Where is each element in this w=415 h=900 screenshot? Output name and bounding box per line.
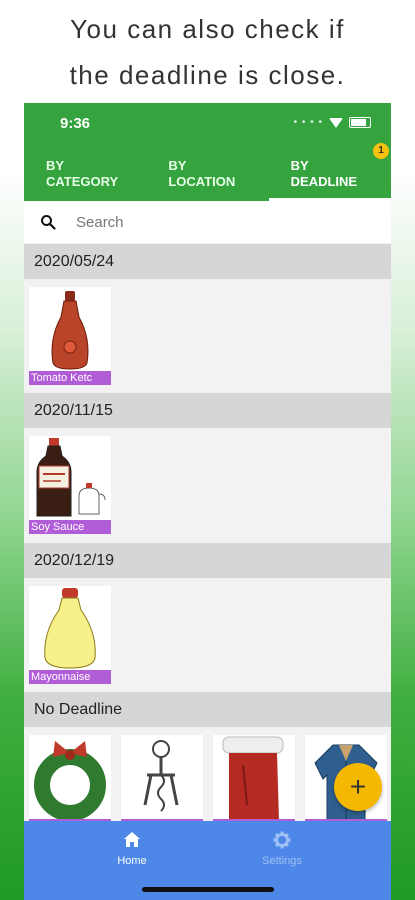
section-header-no-deadline: No Deadline — [24, 692, 391, 727]
item-tile-corkscrew[interactable] — [121, 735, 203, 833]
item-grid: Soy Sauce — [24, 428, 391, 543]
item-label: Soy Sauce — [29, 520, 111, 534]
status-time: 9:36 — [60, 115, 91, 132]
promo-headline-line1: You can also check if — [70, 14, 345, 44]
gear-icon — [273, 831, 291, 849]
section-header-2020-05-24: 2020/05/24 — [24, 244, 391, 279]
phone-screen: 9:36 • • • • BY CATEGORY BY LOCATION BY … — [24, 103, 391, 900]
tab-by-deadline-line1: BY — [290, 158, 309, 173]
christmas-boot-icon — [222, 736, 284, 821]
tab-by-location-line2: LOCATION — [168, 174, 236, 189]
signal-icon: • • • • — [293, 117, 323, 128]
status-bar: 9:36 • • • • — [24, 103, 391, 145]
tab-by-deadline[interactable]: BY DEADLINE 1 — [268, 143, 391, 201]
item-grid: Mayonnaise — [24, 578, 391, 692]
search-bar — [24, 201, 391, 243]
promo-headline: You can also check if the deadline is cl… — [0, 6, 415, 98]
corkscrew-icon — [143, 740, 179, 812]
nav-settings-label: Settings — [262, 855, 302, 867]
section-header-2020-11-15: 2020/11/15 — [24, 393, 391, 428]
item-tile-wreath[interactable] — [29, 735, 111, 833]
battery-icon — [349, 117, 371, 128]
item-label: Tomato Ketc — [29, 371, 111, 385]
nav-settings[interactable]: Settings — [242, 831, 322, 867]
nav-home-label: Home — [117, 855, 147, 867]
home-indicator — [142, 887, 274, 892]
search-input[interactable] — [74, 212, 328, 232]
ketchup-bottle-icon — [51, 291, 89, 370]
tab-bar: BY CATEGORY BY LOCATION BY DEADLINE 1 — [24, 143, 391, 201]
nav-home[interactable]: Home — [92, 831, 172, 867]
add-item-fab[interactable]: + — [334, 763, 382, 811]
tab-by-location[interactable]: BY LOCATION — [146, 145, 268, 201]
search-icon — [28, 201, 68, 243]
item-tile-tomato-ketchup[interactable]: Tomato Ketc — [29, 287, 111, 385]
tab-by-category-line1: BY — [46, 158, 65, 173]
mayonnaise-bottle-icon — [44, 588, 96, 669]
item-grid: Tomato Ketc — [24, 279, 391, 393]
soy-sauce-bottle-icon — [36, 438, 106, 517]
status-icons: • • • • — [294, 117, 371, 128]
item-label: Mayonnaise — [29, 670, 111, 684]
wreath-icon — [34, 741, 106, 821]
home-icon — [124, 832, 140, 847]
deadline-count-badge: 1 — [372, 143, 389, 159]
tab-by-category[interactable]: BY CATEGORY — [24, 145, 146, 201]
tab-by-location-line1: BY — [168, 158, 187, 173]
wifi-icon — [329, 117, 343, 128]
item-tile-soy-sauce[interactable]: Soy Sauce — [29, 436, 111, 534]
item-tile-mayonnaise[interactable]: Mayonnaise — [29, 586, 111, 684]
item-grid — [24, 727, 391, 833]
promo-headline-line2: the deadline is close. — [69, 60, 346, 90]
section-header-2020-12-19: 2020/12/19 — [24, 543, 391, 578]
tab-by-deadline-line2: DEADLINE — [290, 174, 358, 189]
item-tile-boot[interactable] — [213, 735, 295, 833]
tab-by-category-line2: CATEGORY — [46, 174, 119, 189]
